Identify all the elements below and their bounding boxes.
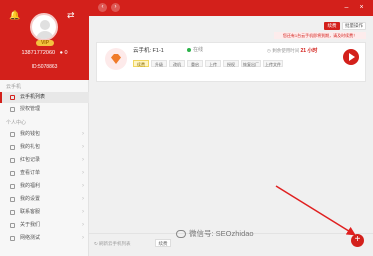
wallet-icon [10, 132, 15, 137]
expire-label: 剩余使用时间 [272, 48, 300, 53]
sidebar-item-label: 联系客服 [20, 209, 41, 215]
refresh-icon: ↻ [94, 241, 98, 246]
expiry-notice: 您还有1台云手机即将到期，请及时续费！ [274, 32, 366, 39]
forward-icon[interactable]: › [111, 3, 120, 12]
gift-icon [10, 145, 15, 150]
chevron-right-icon: › [82, 183, 84, 189]
coin-count: 0 [64, 50, 68, 56]
profile-header: 🔔 ⇄ VIP 13871772060 ● 0 ID:5078863 [0, 0, 89, 80]
headset-icon [10, 210, 15, 215]
diamond-icon [105, 48, 127, 70]
sidebar-item-gifts[interactable]: 我的礼包 › [0, 142, 89, 153]
main-content: 续费 批量操作 您还有1台云手机即将到期，请及时续费！ 云手机: F1-1 在线… [89, 16, 373, 256]
device-card[interactable]: 云手机: F1-1 在线 ◷ 剩余使用时间 21 小时 续费 升级 改机 重启 … [96, 42, 366, 82]
settings-icon[interactable]: ⇄ [67, 10, 77, 20]
sidebar-item-wallet[interactable]: 我的钱包 › [0, 129, 89, 140]
chevron-right-icon: › [82, 144, 84, 150]
renew-button[interactable]: 续费 [324, 22, 340, 30]
refresh-label: 刷新云手机列表 [99, 241, 131, 246]
footer-renew-button[interactable]: 续费 [155, 239, 171, 247]
action-factory-reset[interactable]: 恢复出厂 [241, 60, 261, 67]
phone-number: 13871772060 ● 0 [0, 50, 89, 56]
red-packet-icon [10, 158, 15, 163]
sidebar-item-label: 授权管理 [20, 106, 41, 112]
order-icon [10, 171, 15, 176]
sidebar: 🔔 ⇄ VIP 13871772060 ● 0 ID:5078863 云手机 云… [0, 0, 89, 256]
expire-info: ◷ 剩余使用时间 21 小时 [267, 47, 317, 54]
vip-badge: VIP [36, 40, 54, 46]
sidebar-item-label: 我的福利 [20, 183, 41, 189]
expire-days: 21 小时 [300, 48, 318, 54]
sidebar-item-customer-service[interactable]: 联系客服 › [0, 207, 89, 218]
sidebar-item-welfare[interactable]: 我的福利 › [0, 181, 89, 192]
sidebar-item-label: 云手机列表 [20, 94, 46, 100]
play-button[interactable] [343, 49, 359, 65]
refresh-list-button[interactable]: ↻ 刷新云手机列表 [94, 241, 131, 247]
action-upload-file[interactable]: 上传文件 [263, 60, 283, 67]
avatar[interactable] [30, 13, 58, 41]
gear-icon [10, 197, 15, 202]
sidebar-item-red-packets[interactable]: 红包记录 › [0, 155, 89, 166]
chevron-right-icon: › [82, 196, 84, 202]
sidebar-item-label: 我的礼包 [20, 144, 41, 150]
chevron-right-icon: › [82, 222, 84, 228]
action-restart[interactable]: 重启 [187, 60, 203, 67]
watermark-text: 微信号: SEOzhidao [189, 229, 254, 238]
batch-operation-button[interactable]: 批量操作 [342, 22, 366, 30]
chevron-right-icon: › [82, 209, 84, 215]
section-cloud-phone: 云手机 [6, 84, 22, 90]
sidebar-item-network-test[interactable]: 网络测试 › [0, 233, 89, 244]
sidebar-item-label: 关于我们 [20, 222, 41, 228]
action-authorize[interactable]: 授权 [223, 60, 239, 67]
sidebar-item-settings[interactable]: 我的设置 › [0, 194, 89, 205]
device-name: 云手机: F1-1 [133, 48, 164, 54]
chevron-right-icon: › [82, 157, 84, 163]
network-icon [10, 236, 15, 241]
phone-text: 13871772060 [21, 50, 56, 56]
wechat-watermark: 微信号: SEOzhidao [176, 228, 254, 239]
phone-icon [10, 95, 15, 100]
chevron-right-icon: › [82, 170, 84, 176]
title-bar: ‹ › – × [89, 0, 373, 16]
status-badge: 在线 [187, 46, 203, 53]
sidebar-item-about[interactable]: 关于我们 › [0, 220, 89, 231]
chevron-right-icon: › [82, 131, 84, 137]
user-id: ID:5078863 [31, 64, 58, 70]
add-device-button[interactable]: + [351, 234, 364, 247]
authorization-icon [10, 107, 15, 112]
section-personal-center: 个人中心 [6, 120, 27, 126]
close-icon[interactable]: × [357, 3, 366, 12]
coin-icon: ● [59, 50, 63, 56]
sidebar-item-label: 我的设置 [20, 196, 41, 202]
sidebar-item-cloud-phone-list[interactable]: 云手机列表 [0, 92, 89, 103]
welfare-icon [10, 184, 15, 189]
chevron-right-icon: › [82, 235, 84, 241]
info-icon [10, 223, 15, 228]
wechat-icon [176, 230, 186, 239]
action-upload[interactable]: 上传 [205, 60, 221, 67]
sidebar-item-label: 我的钱包 [20, 131, 41, 137]
sidebar-item-authorization[interactable]: 授权管理 [0, 104, 89, 115]
sidebar-item-label: 网络测试 [20, 235, 41, 241]
back-icon[interactable]: ‹ [98, 3, 107, 12]
app-window: 🔔 ⇄ VIP 13871772060 ● 0 ID:5078863 云手机 云… [0, 0, 373, 256]
clock-icon: ◷ [267, 48, 271, 53]
notification-bell-icon[interactable]: 🔔 [9, 10, 20, 20]
sidebar-item-label: 查看订单 [20, 170, 41, 176]
action-modify[interactable]: 改机 [169, 60, 185, 67]
sidebar-item-label: 红包记录 [20, 157, 41, 163]
sidebar-item-orders[interactable]: 查看订单 › [0, 168, 89, 179]
minimize-icon[interactable]: – [342, 3, 351, 12]
action-upgrade[interactable]: 升级 [151, 60, 167, 67]
action-renew[interactable]: 续费 [133, 60, 149, 67]
avatar-head [40, 20, 50, 30]
